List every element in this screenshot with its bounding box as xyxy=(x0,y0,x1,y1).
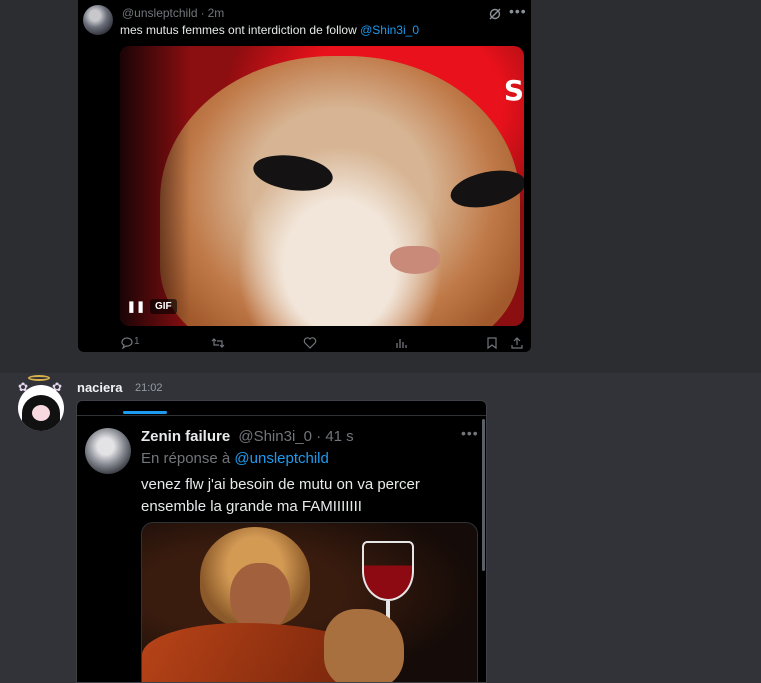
bookmark-icon[interactable] xyxy=(485,336,499,350)
chat-message: ✿ ✿ naciera 21:02 Zenin failure @Shin3i_… xyxy=(0,373,761,683)
tweet-actions: 1 xyxy=(120,336,524,350)
reply-prefix: En réponse à xyxy=(141,450,231,467)
tweet-header: Zenin failure @Shin3i_0 · 41 s xyxy=(141,428,354,445)
reply-mention[interactable]: @unsleptchild xyxy=(234,450,328,467)
tweet-image[interactable] xyxy=(141,522,478,682)
separator-dot: · xyxy=(200,6,205,20)
gif-controls: ❚❚ GIF xyxy=(127,298,177,314)
halo-icon xyxy=(28,375,50,381)
avatar[interactable] xyxy=(18,385,64,431)
gif-badge: GIF xyxy=(150,298,177,314)
views-icon[interactable] xyxy=(394,336,408,350)
wine-glass xyxy=(362,541,414,601)
more-icon[interactable]: ••• xyxy=(461,425,479,441)
tweet-embed-top[interactable]: @unsleptchild · 2m ••• mes mutus femmes on… xyxy=(78,0,531,352)
grok-icon[interactable] xyxy=(488,6,502,20)
active-tab-indicator xyxy=(123,411,167,414)
tweet-header: @unsleptchild · 2m xyxy=(122,6,224,20)
cat-nose xyxy=(390,246,440,274)
tweet-gif-media[interactable]: S ❚❚ GIF xyxy=(120,46,524,326)
image-shadow xyxy=(120,46,190,326)
reply-count: 1 xyxy=(134,336,140,347)
message-timestamp: 21:02 xyxy=(135,382,163,394)
tweet-text: mes mutus femmes ont interdiction de fol… xyxy=(120,23,419,37)
share-icon[interactable] xyxy=(510,336,524,350)
like-icon[interactable] xyxy=(303,336,317,350)
reply-action[interactable]: 1 xyxy=(120,336,140,350)
tweet-embed[interactable]: Zenin failure @Shin3i_0 · 41 s ••• En ré… xyxy=(76,400,487,683)
previous-message-area: @unsleptchild · 2m ••• mes mutus femmes on… xyxy=(0,0,761,373)
tweet-handle[interactable]: @unsleptchild xyxy=(122,6,198,20)
tweet-age: 2m xyxy=(207,6,225,20)
pause-icon[interactable]: ❚❚ xyxy=(127,298,145,314)
avatar-face xyxy=(32,405,50,421)
tweet-mention[interactable]: @Shin3i_0 xyxy=(360,23,419,37)
message-author[interactable]: naciera xyxy=(77,380,123,395)
retweet-icon[interactable] xyxy=(211,336,225,350)
tweet-author-avatar[interactable] xyxy=(85,428,131,474)
tweet-age: 41 s xyxy=(325,428,354,445)
more-icon[interactable]: ••• xyxy=(509,3,527,19)
tweet-author-avatar[interactable] xyxy=(83,5,113,35)
tweet-handle[interactable]: @Shin3i_0 xyxy=(238,428,312,445)
reply-context: En réponse à @unsleptchild xyxy=(141,450,329,467)
reply-icon xyxy=(121,337,133,350)
image-letter: S xyxy=(503,74,524,107)
embed-divider xyxy=(77,415,486,416)
embed-scrollbar[interactable] xyxy=(482,419,485,571)
tweet-text-content: mes mutus femmes ont interdiction de fol… xyxy=(120,23,357,37)
tweet-display-name[interactable]: Zenin failure xyxy=(141,428,230,445)
separator-dot: · xyxy=(316,428,322,445)
tweet-body: venez flw j'ai besoin de mutu on va perc… xyxy=(141,476,420,515)
character-hand xyxy=(324,609,404,682)
